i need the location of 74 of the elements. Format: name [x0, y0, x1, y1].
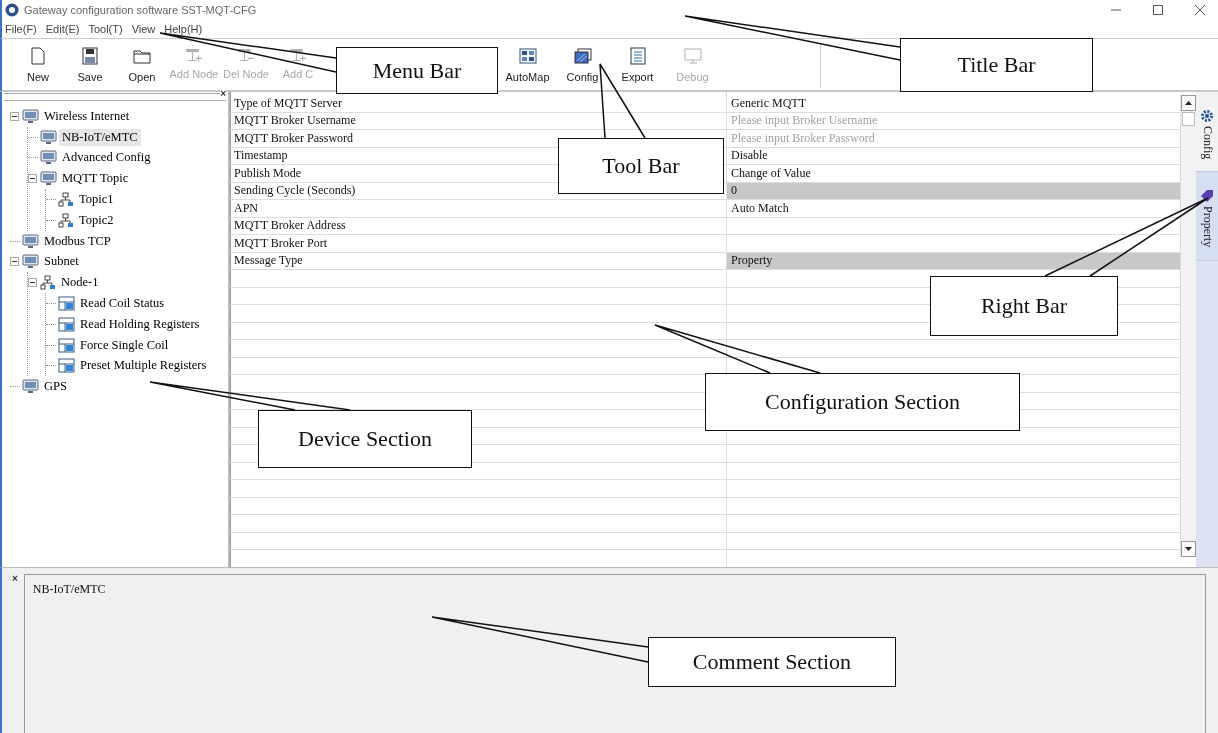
scroll-thumb[interactable] [1182, 112, 1195, 126]
up-arrow-icon [1185, 101, 1192, 105]
callout-label: Comment Section [648, 637, 896, 687]
window-title: Gateway configuration software SST-MQT-CFG [24, 4, 257, 16]
collapse-toggle[interactable] [28, 278, 37, 288]
close-icon[interactable]: × [220, 89, 226, 99]
network-icon [58, 192, 74, 208]
register-icon [58, 358, 75, 374]
add-node-icon [186, 49, 202, 62]
new-file-icon [29, 46, 47, 65]
network-icon [58, 212, 74, 228]
callout-label: Right Bar [930, 276, 1118, 336]
callout-label: Menu Bar [336, 47, 498, 94]
tag-icon [1201, 190, 1213, 203]
menu-item[interactable]: Tool(T) [88, 23, 123, 35]
save-icon [81, 46, 99, 65]
computer-icon [22, 379, 39, 395]
close-icon[interactable]: × [12, 574, 18, 733]
callout-label: Configuration Section [705, 373, 1020, 431]
toolbar-button[interactable]: Open [116, 39, 168, 90]
toolbar-button[interactable]: Save [64, 39, 116, 90]
collapse-toggle[interactable] [10, 257, 19, 267]
tree-item[interactable]: GPS [41, 378, 70, 396]
register-icon [58, 316, 75, 332]
callout-label: Title Bar [900, 38, 1093, 92]
tree-item[interactable]: Topic2 [76, 211, 117, 229]
computer-icon [40, 171, 57, 187]
tree-item[interactable]: Preset Multiple Registers [77, 357, 210, 375]
toolbar-button[interactable]: Config [555, 39, 610, 90]
tree-item[interactable]: MQTT Topic [59, 170, 132, 188]
register-icon [58, 296, 75, 312]
scroll-down-button[interactable] [1181, 541, 1196, 557]
tree-item[interactable]: Topic1 [76, 191, 117, 209]
document-icon [628, 46, 647, 65]
tree-item[interactable]: Node-1 [58, 274, 102, 292]
tree-item[interactable]: Read Coil Status [77, 295, 168, 313]
computer-icon [22, 254, 39, 270]
tree-item[interactable]: NB-IoT/eMTC [59, 128, 141, 146]
down-arrow-icon [1185, 547, 1192, 551]
toolbar-button[interactable]: New [12, 39, 64, 90]
maximize-icon [1152, 5, 1163, 15]
menu-item[interactable]: File(F) [5, 23, 37, 35]
tree-item[interactable]: Subnet [41, 253, 82, 271]
tree-item[interactable]: Read Holding Registers [77, 315, 203, 333]
delete-node-icon [238, 49, 254, 62]
side-tab[interactable]: Property [1196, 172, 1218, 261]
toolbar-button[interactable]: Export [610, 39, 665, 90]
minimize-icon [1110, 9, 1121, 11]
tree-item[interactable]: Modbus TCP [41, 232, 114, 250]
grid-icon [518, 46, 537, 65]
register-icon [58, 337, 75, 353]
app-logo [5, 3, 19, 17]
computer-icon [40, 129, 57, 145]
computer-icon [40, 150, 57, 166]
network-icon [40, 275, 56, 291]
menu-item[interactable]: Help(H) [164, 23, 203, 35]
computer-icon [22, 233, 39, 249]
toolbar-button[interactable]: AutoMap [500, 39, 555, 90]
monitor-icon [683, 46, 702, 65]
menu-item[interactable]: Edit(E) [45, 23, 80, 35]
close-icon [1194, 5, 1205, 15]
tree-item[interactable]: Wireless Internet [41, 107, 133, 125]
tree-item[interactable]: Force Single Coil [77, 336, 172, 354]
scroll-up-button[interactable] [1181, 95, 1196, 111]
windows-icon [573, 46, 592, 65]
callout-label: Device Section [258, 410, 472, 468]
collapse-toggle[interactable] [10, 111, 19, 121]
side-tab[interactable]: Config [1196, 92, 1218, 173]
add-node-icon [290, 49, 306, 62]
tree-item[interactable]: Advanced Config [59, 149, 154, 167]
collapse-toggle[interactable] [28, 174, 37, 184]
menu-item[interactable]: View [131, 23, 156, 35]
gear-icon [1201, 110, 1213, 122]
computer-icon [22, 108, 39, 124]
